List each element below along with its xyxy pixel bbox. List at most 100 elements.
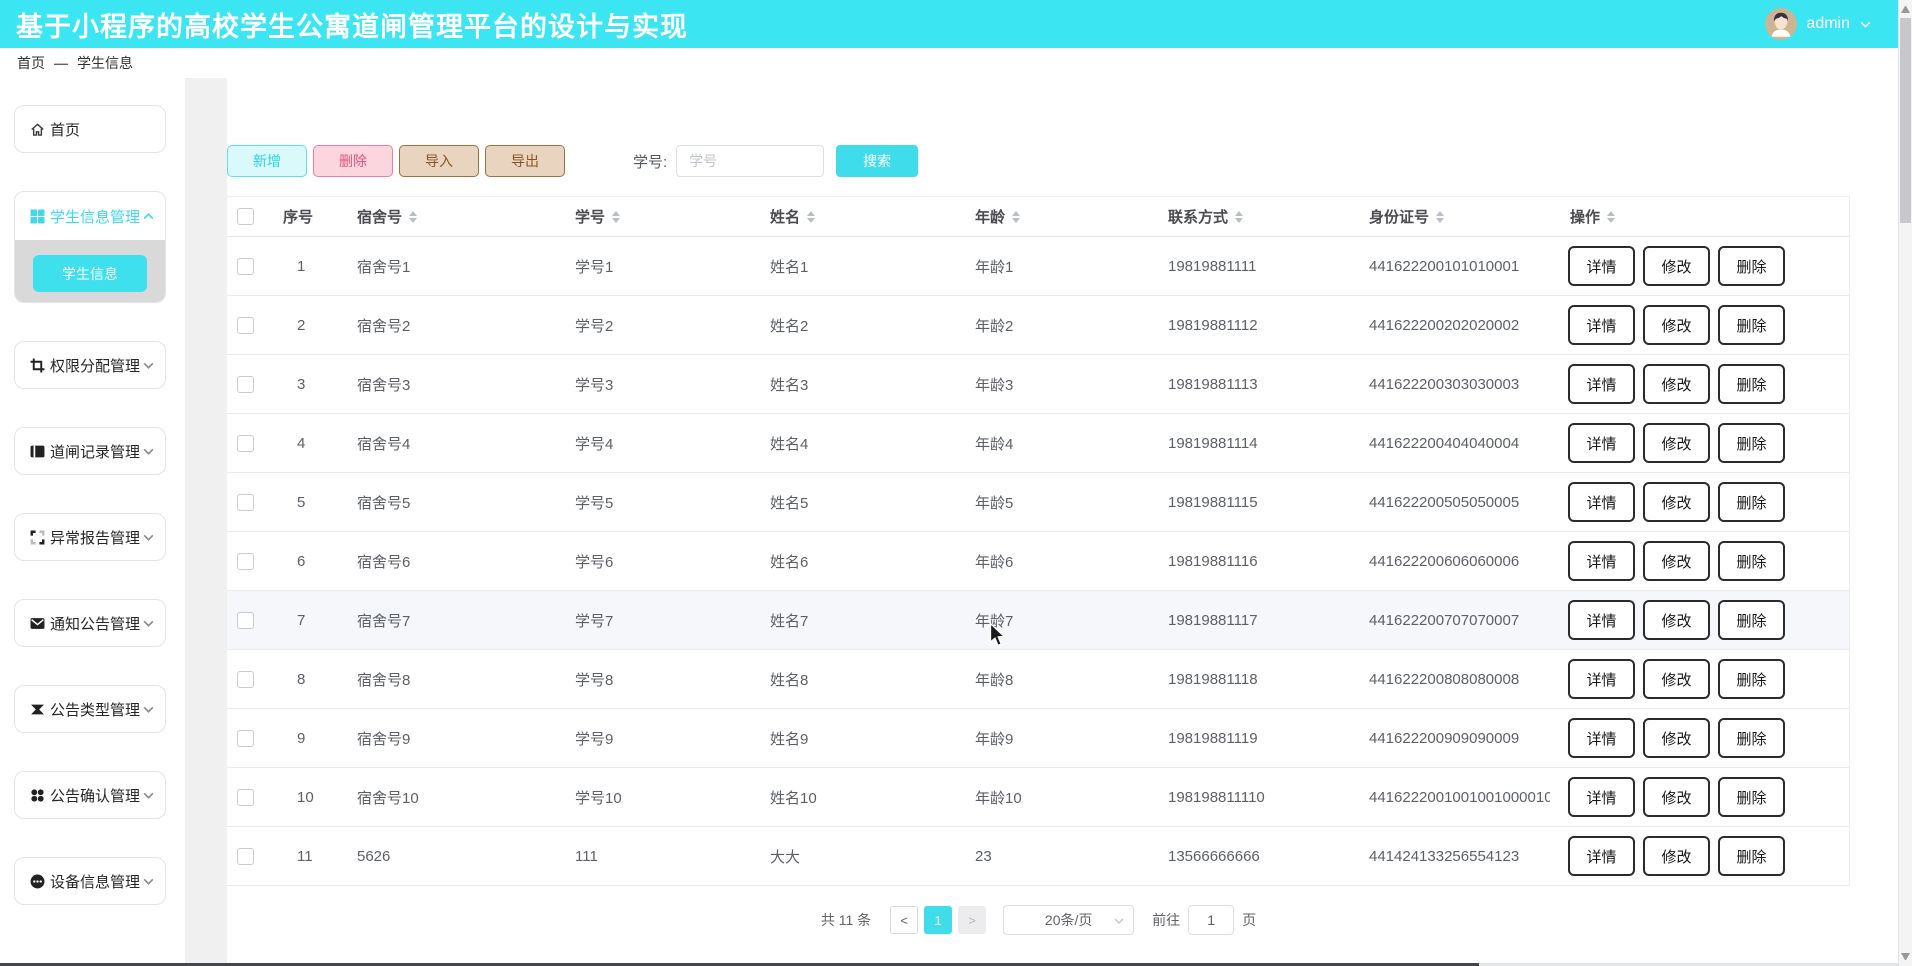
detail-button[interactable]: 详情 <box>1568 305 1635 345</box>
cell-dorm: 宿舍号6 <box>345 532 555 590</box>
row-checkbox[interactable] <box>237 435 254 452</box>
sidebar-group-mail[interactable]: 通知公告管理 <box>14 599 166 647</box>
sidebar-group-icon <box>30 616 45 631</box>
edit-button[interactable]: 修改 <box>1643 718 1710 758</box>
current-page-button[interactable]: 1 <box>924 906 952 934</box>
prev-page-button[interactable]: < <box>890 906 918 934</box>
column-header-6[interactable]: 联系方式 <box>1148 197 1349 236</box>
sidebar-group-circle-dots[interactable]: 设备信息管理 <box>14 857 166 905</box>
sidebar-group-icon <box>30 530 45 545</box>
column-header-5[interactable]: 年龄 <box>955 197 1148 236</box>
column-header-2[interactable]: 宿舍号 <box>345 197 555 236</box>
cell-phone: 19819881115 <box>1148 473 1349 531</box>
cell-index: 2 <box>275 296 345 354</box>
scroll-down-arrow-icon[interactable] <box>1901 953 1910 960</box>
row-checkbox[interactable] <box>237 671 254 688</box>
scrollbar-thumb[interactable] <box>1900 18 1911 223</box>
cell-student-no: 学号10 <box>555 768 750 826</box>
sidebar-group-label: 异常报告管理 <box>50 527 140 548</box>
row-checkbox[interactable] <box>237 553 254 570</box>
edit-button[interactable]: 修改 <box>1643 482 1710 522</box>
table-row: 3 宿舍号3 学号3 姓名3 年龄3 19819881113 441622200… <box>227 355 1850 414</box>
search-button[interactable]: 搜索 <box>836 145 918 177</box>
vertical-scrollbar[interactable] <box>1898 0 1912 966</box>
delete-row-button[interactable]: 删除 <box>1718 423 1785 463</box>
detail-button[interactable]: 详情 <box>1568 246 1635 286</box>
add-button[interactable]: 新增 <box>227 145 307 177</box>
row-checkbox[interactable] <box>237 376 254 393</box>
row-checkbox[interactable] <box>237 789 254 806</box>
delete-row-button[interactable]: 删除 <box>1718 718 1785 758</box>
delete-row-button[interactable]: 删除 <box>1718 541 1785 581</box>
sort-icon <box>612 211 620 223</box>
row-checkbox-cell <box>227 355 275 413</box>
detail-button[interactable]: 详情 <box>1568 482 1635 522</box>
edit-button[interactable]: 修改 <box>1643 541 1710 581</box>
detail-button[interactable]: 详情 <box>1568 541 1635 581</box>
export-button[interactable]: 导出 <box>485 145 565 177</box>
delete-row-button[interactable]: 删除 <box>1718 482 1785 522</box>
cell-id-card: 4416222001001001000010 <box>1349 768 1550 826</box>
row-checkbox[interactable] <box>237 612 254 629</box>
next-page-button[interactable]: > <box>958 906 986 934</box>
detail-button[interactable]: 详情 <box>1568 364 1635 404</box>
edit-button[interactable]: 修改 <box>1643 659 1710 699</box>
sidebar-group-panel[interactable]: 道闸记录管理 <box>14 427 166 475</box>
row-checkbox[interactable] <box>237 317 254 334</box>
sidebar-group-dots-grid[interactable]: 公告确认管理 <box>14 771 166 819</box>
delete-row-button[interactable]: 删除 <box>1718 305 1785 345</box>
edit-button[interactable]: 修改 <box>1643 423 1710 463</box>
delete-row-button[interactable]: 删除 <box>1718 246 1785 286</box>
delete-row-button[interactable]: 删除 <box>1718 600 1785 640</box>
detail-button[interactable]: 详情 <box>1568 718 1635 758</box>
edit-button[interactable]: 修改 <box>1643 364 1710 404</box>
row-checkbox[interactable] <box>237 848 254 865</box>
delete-button[interactable]: 删除 <box>313 145 393 177</box>
cell-actions: 详情修改删除 <box>1550 709 1850 767</box>
sidebar-item-student-info[interactable]: 学生信息 <box>33 255 147 292</box>
page-size-select[interactable]: 20条/页 <box>1003 905 1134 935</box>
column-header-4[interactable]: 姓名 <box>750 197 955 236</box>
cell-name: 姓名2 <box>750 296 955 354</box>
row-checkbox-cell <box>227 296 275 354</box>
content-gutter <box>185 78 227 966</box>
cell-dorm: 宿舍号4 <box>345 414 555 472</box>
breadcrumb-home[interactable]: 首页 <box>17 53 45 73</box>
scroll-up-arrow-icon[interactable] <box>1901 6 1910 13</box>
goto-page-input[interactable] <box>1188 905 1234 935</box>
select-all-checkbox[interactable] <box>237 208 254 225</box>
search-input[interactable] <box>676 145 824 177</box>
column-header-8[interactable]: 操作 <box>1550 197 1850 236</box>
column-header-7[interactable]: 身份证号 <box>1349 197 1550 236</box>
edit-button[interactable]: 修改 <box>1643 777 1710 817</box>
edit-button[interactable]: 修改 <box>1643 246 1710 286</box>
sidebar-group-hourglass[interactable]: 公告类型管理 <box>14 685 166 733</box>
edit-button[interactable]: 修改 <box>1643 600 1710 640</box>
detail-button[interactable]: 详情 <box>1568 836 1635 876</box>
cell-name: 姓名7 <box>750 591 955 649</box>
edit-button[interactable]: 修改 <box>1643 836 1710 876</box>
cell-dorm: 宿舍号7 <box>345 591 555 649</box>
row-checkbox[interactable] <box>237 730 254 747</box>
delete-row-button[interactable]: 删除 <box>1718 836 1785 876</box>
sidebar-group-icon <box>30 874 45 889</box>
detail-button[interactable]: 详情 <box>1568 777 1635 817</box>
table-row: 2 宿舍号2 学号2 姓名2 年龄2 19819881112 441622200… <box>227 296 1850 355</box>
delete-row-button[interactable]: 删除 <box>1718 777 1785 817</box>
detail-button[interactable]: 详情 <box>1568 600 1635 640</box>
import-button[interactable]: 导入 <box>399 145 479 177</box>
chevron-down-icon <box>142 875 155 888</box>
detail-button[interactable]: 详情 <box>1568 659 1635 699</box>
delete-row-button[interactable]: 删除 <box>1718 659 1785 699</box>
sidebar-group-student-info-header[interactable]: 学生信息管理 <box>15 192 165 240</box>
column-header-3[interactable]: 学号 <box>555 197 750 236</box>
edit-button[interactable]: 修改 <box>1643 305 1710 345</box>
user-menu[interactable]: admin <box>1765 0 1872 48</box>
row-checkbox[interactable] <box>237 494 254 511</box>
sidebar-group-crop[interactable]: 权限分配管理 <box>14 341 166 389</box>
sidebar-group-corners[interactable]: 异常报告管理 <box>14 513 166 561</box>
delete-row-button[interactable]: 删除 <box>1718 364 1785 404</box>
detail-button[interactable]: 详情 <box>1568 423 1635 463</box>
sidebar-item-home[interactable]: 首页 <box>14 105 166 153</box>
row-checkbox[interactable] <box>237 258 254 275</box>
